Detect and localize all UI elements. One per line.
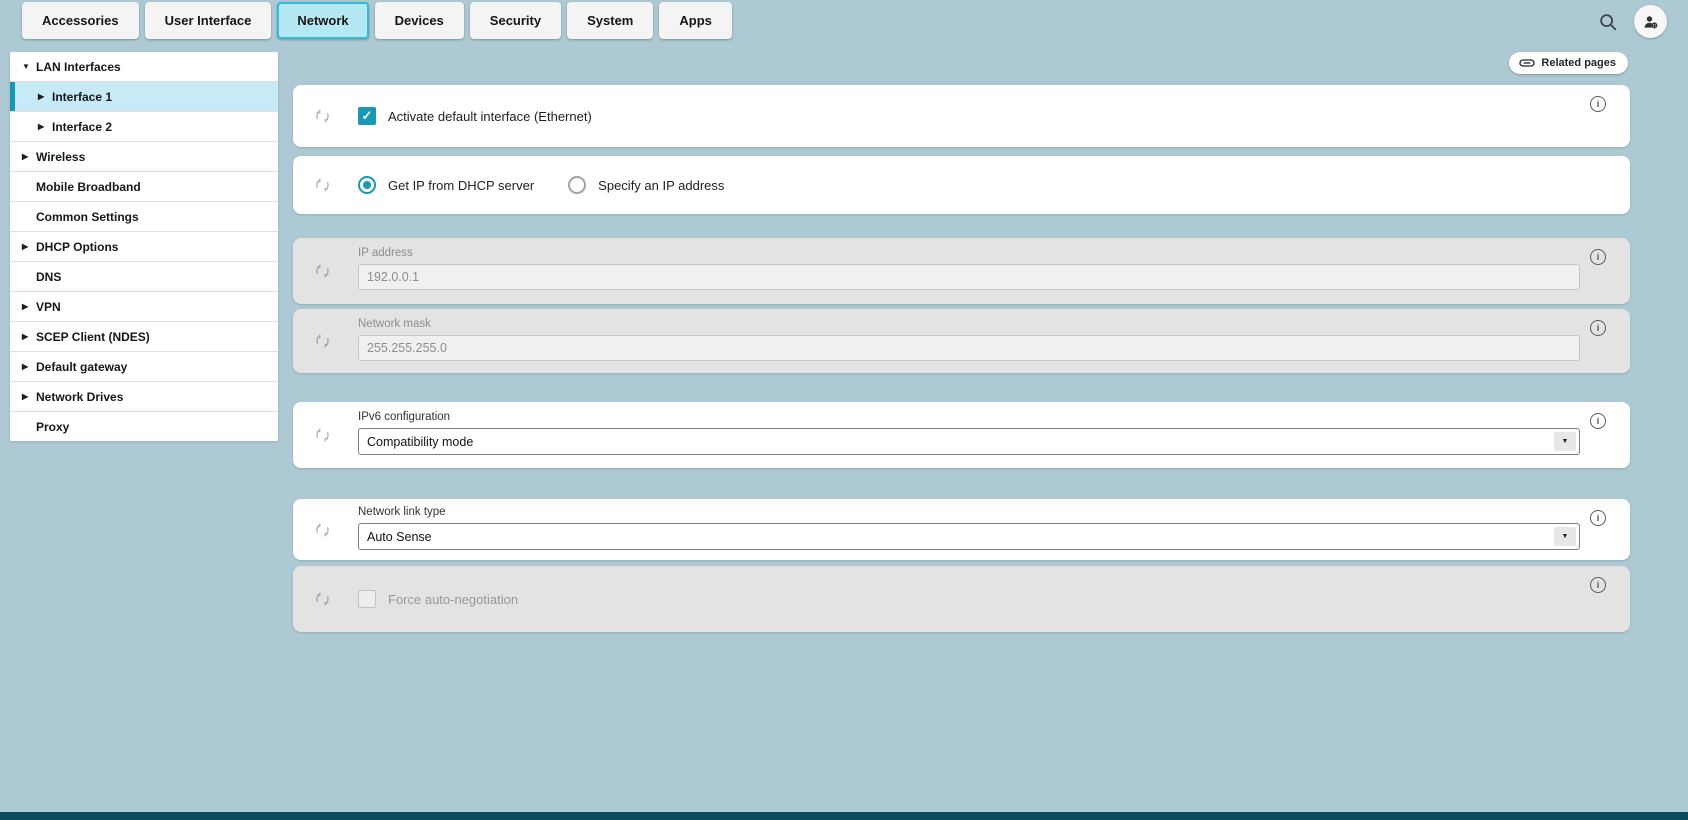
ip-assignment-radio-group: Get IP from DHCP server Specify an IP ad… (358, 176, 724, 194)
sidebar-item-label: Network Drives (36, 390, 123, 404)
radio-dhcp-label: Get IP from DHCP server (388, 178, 534, 193)
refresh-status-icon (315, 428, 330, 443)
sidebar-item-label: DHCP Options (36, 240, 118, 254)
refresh-status-icon (315, 264, 330, 279)
settings-nav-sidebar: ▼ LAN Interfaces ▶ Interface 1 ▶ Interfa… (10, 52, 278, 441)
footer-bar (0, 812, 1688, 820)
radio-option-dhcp[interactable]: Get IP from DHCP server (358, 176, 534, 194)
chevron-down-icon: ▼ (22, 63, 36, 71)
radio-static-ip-label: Specify an IP address (598, 178, 724, 193)
refresh-status-icon (315, 592, 330, 607)
info-icon[interactable]: i (1590, 413, 1606, 429)
card-ip-assignment: Get IP from DHCP server Specify an IP ad… (293, 156, 1630, 214)
refresh-status-icon (315, 109, 330, 124)
sidebar-item-interface-1[interactable]: ▶ Interface 1 (10, 81, 278, 111)
chevron-right-icon: ▶ (22, 303, 36, 311)
sidebar-item-label: VPN (36, 300, 61, 314)
chevron-right-icon: ▶ (22, 393, 36, 401)
chevron-right-icon: ▶ (22, 243, 36, 251)
main-content: Related pages ✓ Activate default interfa… (293, 0, 1630, 820)
chevron-right-icon: ▶ (22, 363, 36, 371)
sidebar-item-dns[interactable]: DNS (10, 261, 278, 291)
sidebar-item-vpn[interactable]: ▶ VPN (10, 291, 278, 321)
info-icon[interactable]: i (1590, 96, 1606, 112)
sidebar-item-label: Proxy (36, 420, 69, 434)
chevron-right-icon: ▶ (38, 93, 52, 101)
radio-dhcp[interactable] (358, 176, 376, 194)
account-settings-button[interactable] (1634, 5, 1667, 38)
sidebar-item-mobile-broadband[interactable]: Mobile Broadband (10, 171, 278, 201)
chevron-right-icon: ▶ (38, 123, 52, 131)
network-link-type-value: Auto Sense (367, 530, 432, 544)
ipv6-configuration-select[interactable]: Compatibility mode ▼ (358, 428, 1580, 455)
refresh-status-icon (315, 334, 330, 349)
checkmark-icon: ✓ (362, 108, 373, 124)
chevron-right-icon: ▶ (22, 153, 36, 161)
radio-option-static-ip[interactable]: Specify an IP address (568, 176, 724, 194)
tab-user-interface[interactable]: User Interface (145, 2, 272, 39)
refresh-status-icon (315, 522, 330, 537)
sidebar-item-interface-2[interactable]: ▶ Interface 2 (10, 111, 278, 141)
user-gear-icon (1642, 13, 1660, 31)
sidebar-item-label: LAN Interfaces (36, 60, 121, 74)
sidebar-item-label: Common Settings (36, 210, 139, 224)
activate-default-interface-label: Activate default interface (Ethernet) (388, 109, 592, 124)
sidebar-item-common-settings[interactable]: Common Settings (10, 201, 278, 231)
link-icon (1519, 58, 1535, 68)
card-force-auto-negotiation: Force auto-negotiation i (293, 566, 1630, 632)
ipv6-configuration-value: Compatibility mode (367, 435, 473, 449)
sidebar-item-default-gateway[interactable]: ▶ Default gateway (10, 351, 278, 381)
ip-address-label: IP address (358, 247, 1580, 259)
activate-default-interface-checkbox[interactable]: ✓ (358, 107, 376, 125)
sidebar-item-label: Wireless (36, 150, 85, 164)
sidebar-item-label: Interface 1 (52, 90, 112, 104)
force-auto-negotiation-label: Force auto-negotiation (388, 592, 518, 607)
ip-address-input (358, 264, 1580, 290)
force-auto-negotiation-checkbox (358, 590, 376, 608)
radio-static-ip[interactable] (568, 176, 586, 194)
card-ipv6-configuration: IPv6 configuration Compatibility mode ▼ … (293, 402, 1630, 468)
card-network-link-type: Network link type Auto Sense ▼ i (293, 499, 1630, 560)
sidebar-item-network-drives[interactable]: ▶ Network Drives (10, 381, 278, 411)
network-link-type-select[interactable]: Auto Sense ▼ (358, 523, 1580, 550)
sidebar-item-label: SCEP Client (NDES) (36, 330, 150, 344)
chevron-right-icon: ▶ (22, 333, 36, 341)
sidebar-item-label: Mobile Broadband (36, 180, 141, 194)
card-ip-address: IP address i (293, 238, 1630, 304)
tab-accessories[interactable]: Accessories (22, 2, 139, 39)
sidebar-item-label: DNS (36, 270, 61, 284)
sidebar-item-wireless[interactable]: ▶ Wireless (10, 141, 278, 171)
chevron-down-icon[interactable]: ▼ (1554, 527, 1576, 546)
sidebar-item-label: Default gateway (36, 360, 127, 374)
network-mask-label: Network mask (358, 318, 1580, 330)
network-mask-input (358, 335, 1580, 361)
related-pages-button[interactable]: Related pages (1509, 52, 1628, 74)
sidebar-item-proxy[interactable]: Proxy (10, 411, 278, 441)
info-icon[interactable]: i (1590, 510, 1606, 526)
info-icon[interactable]: i (1590, 320, 1606, 336)
card-activate-default-interface: ✓ Activate default interface (Ethernet) … (293, 85, 1630, 147)
card-network-mask: Network mask i (293, 309, 1630, 373)
sidebar-item-label: Interface 2 (52, 120, 112, 134)
info-icon[interactable]: i (1590, 249, 1606, 265)
chevron-down-icon[interactable]: ▼ (1554, 432, 1576, 451)
info-icon[interactable]: i (1590, 577, 1606, 593)
network-link-type-label: Network link type (358, 506, 1580, 518)
related-pages-label: Related pages (1541, 57, 1616, 69)
sidebar-item-lan-interfaces[interactable]: ▼ LAN Interfaces (10, 52, 278, 81)
ipv6-configuration-label: IPv6 configuration (358, 411, 1580, 423)
sidebar-item-dhcp-options[interactable]: ▶ DHCP Options (10, 231, 278, 261)
refresh-status-icon (315, 178, 330, 193)
sidebar-item-scep-client[interactable]: ▶ SCEP Client (NDES) (10, 321, 278, 351)
